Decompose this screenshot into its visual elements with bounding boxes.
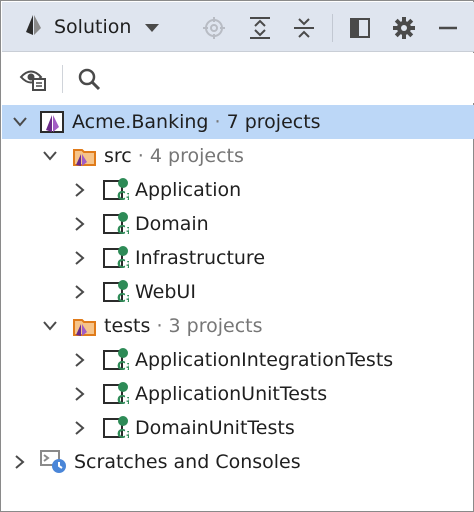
solution-icon (40, 109, 66, 135)
project-name: Infrastructure (135, 247, 266, 269)
label-separator: · (137, 145, 144, 167)
tree-node-folder-tests[interactable]: tests · 3 projects (2, 309, 474, 343)
view-selector-button[interactable]: Solution (24, 12, 160, 42)
project-name: Domain (135, 213, 209, 235)
toolbar-separator (62, 65, 63, 93)
collapse-all-icon[interactable] (291, 15, 317, 41)
csharp-project-icon: C# (103, 245, 136, 271)
toolbar-separator (332, 14, 333, 42)
csharp-project-icon: C# (103, 415, 136, 441)
chevron-down-icon[interactable] (42, 148, 58, 164)
scratches-clock-icon (40, 449, 66, 475)
chevron-right-icon[interactable] (72, 250, 88, 266)
solution-view-icon (24, 14, 44, 40)
secondary-toolbar (2, 53, 474, 103)
csharp-project-icon: C# (103, 211, 136, 237)
csharp-badge: C# (117, 291, 129, 305)
minimize-icon[interactable] (435, 15, 461, 41)
folder-name: src (104, 145, 132, 167)
gear-icon[interactable] (391, 15, 417, 41)
project-name: WebUI (135, 281, 196, 303)
tree-node-scratches[interactable]: Scratches and Consoles (2, 445, 474, 479)
show-files-eye-icon[interactable] (19, 65, 47, 93)
project-name: DomainUnitTests (135, 417, 295, 439)
tree-node-solution[interactable]: Acme.Banking · 7 projects (2, 105, 474, 139)
locate-crosshair-icon[interactable] (201, 15, 227, 41)
search-icon[interactable] (75, 65, 103, 93)
view-selector-label: Solution (54, 16, 132, 38)
folder-name: tests (104, 315, 151, 337)
project-name: ApplicationIntegrationTests (135, 349, 394, 371)
project-name: Application (135, 179, 242, 201)
chevron-down-icon[interactable] (42, 318, 58, 334)
csharp-project-icon: C# (103, 381, 136, 407)
tree-node-label: src · 4 projects (104, 145, 244, 167)
panel-header: Solution (2, 2, 474, 52)
solution-explorer-panel: Solution Acme.Banking · 7 projects src ·… (0, 0, 474, 512)
tree-node-folder-src[interactable]: src · 4 projects (2, 139, 474, 173)
chevron-right-icon[interactable] (72, 182, 88, 198)
label-separator: · (214, 111, 221, 133)
csharp-badge: C# (117, 257, 129, 271)
solution-folder-icon (72, 313, 98, 339)
scratches-label: Scratches and Consoles (74, 451, 301, 473)
tree-node-project[interactable]: C# WebUI (2, 275, 474, 309)
layout-toggle-icon[interactable] (347, 15, 373, 41)
tree-node-project[interactable]: C# ApplicationUnitTests (2, 377, 474, 411)
tree-node-project[interactable]: C# Domain (2, 207, 474, 241)
tree-node-project[interactable]: C# Application (2, 173, 474, 207)
tree-node-project[interactable]: C# ApplicationIntegrationTests (2, 343, 474, 377)
chevron-down-icon (145, 18, 160, 37)
project-count: 4 projects (149, 145, 244, 167)
expand-all-icon[interactable] (247, 15, 273, 41)
chevron-right-icon[interactable] (12, 454, 28, 470)
chevron-right-icon[interactable] (72, 216, 88, 232)
project-count: 7 projects (226, 111, 321, 133)
solution-name: Acme.Banking (72, 111, 209, 133)
tree-node-label: tests · 3 projects (104, 315, 263, 337)
solution-folder-icon (72, 143, 98, 169)
chevron-right-icon[interactable] (72, 420, 88, 436)
chevron-right-icon[interactable] (72, 386, 88, 402)
csharp-project-icon: C# (103, 347, 136, 373)
chevron-right-icon[interactable] (72, 352, 88, 368)
tree-node-label: Acme.Banking · 7 projects (72, 111, 321, 133)
project-name: ApplicationUnitTests (135, 383, 328, 405)
chevron-down-icon[interactable] (12, 114, 28, 130)
csharp-badge: C# (117, 359, 129, 373)
project-count: 3 projects (168, 315, 263, 337)
chevron-right-icon[interactable] (72, 284, 88, 300)
csharp-badge: C# (117, 189, 129, 203)
tree-node-project[interactable]: C# Infrastructure (2, 241, 474, 275)
csharp-project-icon: C# (103, 177, 136, 203)
csharp-badge: C# (117, 393, 129, 407)
csharp-badge: C# (117, 223, 129, 237)
csharp-badge: C# (117, 427, 129, 441)
label-separator: · (156, 315, 163, 337)
tree-node-project[interactable]: C# DomainUnitTests (2, 411, 474, 445)
csharp-project-icon: C# (103, 279, 136, 305)
